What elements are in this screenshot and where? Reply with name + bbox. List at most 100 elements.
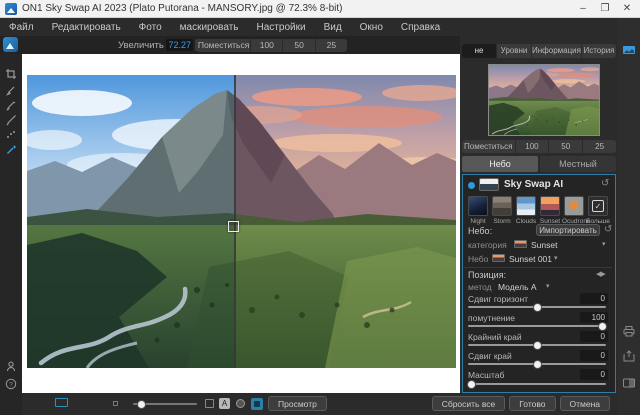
preset-sunset[interactable]: Sunset — [538, 196, 562, 225]
maximize-button[interactable]: ❐ — [594, 0, 616, 18]
slider-label: помутнение — [468, 313, 515, 323]
menu-file[interactable]: Файл — [0, 22, 43, 33]
tab-info[interactable]: Информация — [532, 44, 582, 58]
pane-enabled-indicator[interactable] — [468, 182, 475, 189]
minimize-button[interactable]: – — [572, 0, 594, 18]
slider-value-input[interactable]: 0 — [580, 331, 608, 342]
tab-levels[interactable]: Уровни — [497, 44, 532, 58]
slider-knob[interactable] — [533, 360, 542, 369]
help-icon[interactable]: ? — [5, 378, 17, 390]
brush-tool-icon[interactable] — [5, 84, 17, 96]
method-chevron-icon[interactable]: ▾ — [546, 282, 550, 290]
preset-storm[interactable]: Storm — [490, 196, 514, 225]
slider-track[interactable] — [468, 363, 606, 365]
app-icon — [5, 3, 17, 15]
slider-track[interactable] — [468, 344, 606, 346]
category-thumb — [514, 240, 527, 248]
slider-knob[interactable] — [467, 380, 476, 389]
preset-clouds-thumb — [516, 196, 536, 216]
mask-checkbox-icon[interactable] — [205, 399, 214, 408]
panel-tab-group: не Уровни Информация История — [462, 44, 616, 58]
opacity-slider-knob[interactable] — [137, 400, 146, 409]
sky-select[interactable]: Sunset 001 — [509, 254, 552, 264]
preset-more[interactable]: ✓ Больше — [586, 196, 610, 225]
menu-photo[interactable]: Фото — [130, 22, 171, 33]
magic-wand-tool-icon[interactable] — [5, 144, 17, 156]
app-window: ON1 Sky Swap AI 2023 (Plato Putorana - M… — [0, 0, 640, 415]
preset-ocudrone[interactable]: Ocudrone — [562, 196, 586, 225]
slider-value-input[interactable]: 0 — [580, 293, 608, 304]
zoom-100-button[interactable]: 100 — [251, 39, 283, 52]
crop-tool-icon[interactable] — [5, 68, 17, 80]
brush-size-small-icon — [113, 401, 118, 406]
category-select[interactable]: Sunset — [531, 240, 557, 250]
menu-window[interactable]: Окно — [351, 22, 392, 33]
slider-value-input[interactable]: 0 — [580, 369, 608, 380]
nav-fit-button[interactable]: Поместиться — [462, 140, 516, 153]
sky-swap-pane-icon — [479, 178, 499, 191]
done-button[interactable]: Готово — [509, 396, 555, 411]
on1-logo-icon — [3, 37, 18, 52]
preset-clouds[interactable]: Clouds — [514, 196, 538, 225]
canvas-area — [22, 54, 460, 393]
tab-history[interactable]: История — [582, 44, 616, 58]
slider-knob[interactable] — [533, 303, 542, 312]
sky-reset-icon[interactable]: ↺ — [604, 225, 612, 235]
fit-button[interactable]: Поместиться — [197, 39, 251, 52]
category-chevron-icon[interactable]: ▾ — [602, 240, 606, 248]
slider-label: Крайний край — [468, 332, 522, 342]
tab-sky[interactable]: Небо — [462, 156, 538, 172]
refine-tool-icon[interactable] — [5, 129, 17, 141]
slider-value-input[interactable]: 0 — [580, 350, 608, 361]
nav-50-button[interactable]: 50 — [549, 140, 583, 153]
opacity-slider-track[interactable] — [133, 403, 197, 405]
gradient-mask-tool-icon[interactable] — [5, 114, 17, 126]
slider-knob[interactable] — [598, 322, 607, 331]
slider-track[interactable] — [468, 325, 606, 327]
preset-ocudrone-thumb — [564, 196, 584, 216]
mask-overlay-a-icon[interactable]: A — [219, 398, 230, 409]
tab-panel[interactable]: не — [462, 44, 497, 58]
svg-text:?: ? — [9, 381, 13, 388]
title-bar: ON1 Sky Swap AI 2023 (Plato Putorana - M… — [0, 0, 640, 18]
zoom-label: Увеличить — [118, 40, 164, 51]
filmstrip-toggle-icon[interactable] — [55, 398, 68, 407]
sky-select-chevron-icon[interactable]: ▾ — [554, 254, 558, 262]
slider-knob[interactable] — [533, 341, 542, 350]
bottom-bar: A Просмотр Сбросить все Готово Отмена — [22, 393, 618, 415]
menu-help[interactable]: Справка — [392, 22, 449, 33]
browse-photos-icon[interactable] — [622, 44, 636, 56]
slider-track[interactable] — [468, 306, 606, 308]
cancel-button[interactable]: Отмена — [560, 396, 611, 411]
nav-25-button[interactable]: 25 — [583, 140, 616, 153]
preview-button[interactable]: Просмотр — [268, 396, 327, 411]
compare-view-icon[interactable] — [622, 377, 636, 389]
close-button[interactable]: ✕ — [616, 0, 638, 18]
mask-circle-icon[interactable] — [236, 399, 245, 408]
navigator-thumbnail[interactable] — [488, 64, 600, 136]
section-divider — [464, 267, 612, 268]
flip-horizontal-icon[interactable]: ◀▶ — [596, 270, 605, 278]
zoom-50-button[interactable]: 50 — [283, 39, 315, 52]
masking-brush-tool-icon[interactable] — [5, 99, 17, 111]
menu-settings[interactable]: Настройки — [248, 22, 315, 33]
reset-all-button[interactable]: Сбросить все — [432, 396, 506, 411]
divider-drag-handle[interactable] — [228, 221, 239, 232]
import-button[interactable]: Импортировать — [536, 224, 600, 236]
preset-night[interactable]: Night — [466, 196, 490, 225]
sky-section-label: Небо: — [468, 226, 492, 236]
pane-reset-icon[interactable]: ↺ — [601, 179, 609, 189]
menu-edit[interactable]: Редактировать — [43, 22, 130, 33]
zoom-value-input[interactable]: 72.27 — [166, 39, 193, 51]
mask-view-toggle-icon[interactable] — [251, 398, 263, 410]
user-account-icon[interactable] — [5, 360, 17, 372]
slider-track[interactable] — [468, 383, 606, 385]
menu-view[interactable]: Вид — [315, 22, 351, 33]
method-select[interactable]: Модель A — [498, 282, 537, 292]
menu-mask[interactable]: маскировать — [171, 22, 248, 33]
zoom-25-button[interactable]: 25 — [316, 39, 347, 52]
tab-local[interactable]: Местный — [540, 156, 616, 172]
export-icon[interactable] — [622, 350, 636, 362]
print-icon[interactable] — [622, 325, 636, 337]
nav-100-button[interactable]: 100 — [516, 140, 550, 153]
